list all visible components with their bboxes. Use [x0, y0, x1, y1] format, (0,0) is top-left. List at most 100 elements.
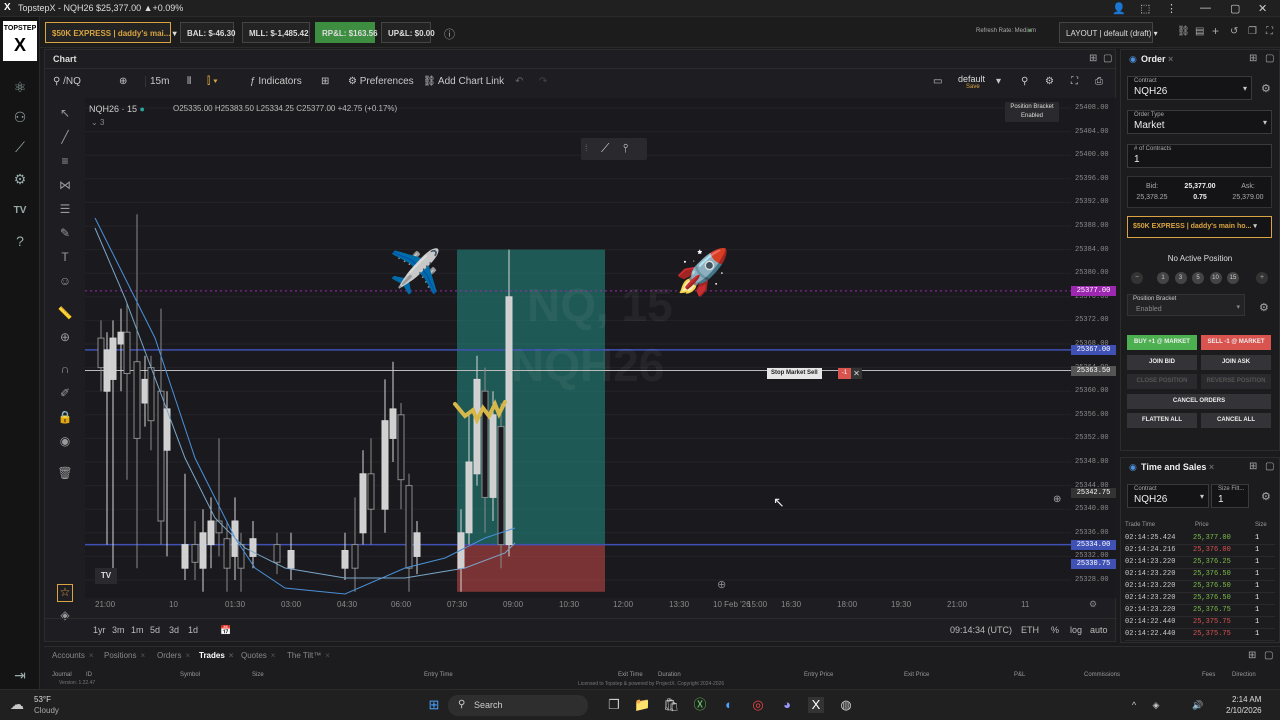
taskbar-search[interactable]: ⚲ Search — [448, 695, 588, 716]
ruler-icon[interactable]: 📏 — [57, 306, 73, 324]
undo-layout-icon[interactable]: ↺ — [1230, 26, 1238, 37]
bottom-add-icon[interactable]: ⊞ — [1248, 650, 1256, 661]
bottom-column-header[interactable]: ID — [86, 672, 92, 678]
sell-market-button[interactable]: SELL -1 @ MARKET — [1201, 335, 1271, 350]
auto-toggle[interactable]: auto — [1090, 625, 1108, 635]
symbol-search[interactable]: ⚲ /NQ — [53, 76, 81, 87]
chart-fullscreen-icon[interactable]: ⛶ — [1071, 76, 1078, 87]
bottom-column-header[interactable]: Entry Time — [424, 672, 453, 678]
template-dropdown-icon[interactable]: ▾ — [996, 76, 1001, 87]
trendline-icon[interactable]: ╱ — [57, 130, 73, 148]
qty-preset-3[interactable]: 3 — [1174, 272, 1187, 284]
close-tab-icon[interactable]: × — [271, 651, 276, 660]
stop-order-label[interactable]: Stop Market Sell — [767, 368, 822, 379]
close-tab-icon[interactable]: × — [229, 651, 234, 660]
store-icon[interactable]: 🛍 — [663, 697, 680, 713]
layout-icon[interactable]: ▭ — [933, 76, 942, 87]
settings-icon[interactable]: ⚙ — [9, 169, 31, 189]
bottom-tab[interactable]: Positions × — [104, 651, 145, 660]
emoji-icon[interactable]: ☺ — [57, 274, 73, 292]
price-chart[interactable]: NQH26 · 15 ● O25335.00 H25383.50 L25334.… — [85, 98, 1071, 598]
tv-icon[interactable]: TV — [9, 201, 31, 221]
range-1yr[interactable]: 1yr — [93, 625, 106, 635]
stop-order-cancel-icon[interactable]: ✕ — [851, 368, 862, 379]
price-axis[interactable]: 25408.00 25404.00 25400.00 25396.00 25392.00… — [1071, 98, 1116, 598]
ts-settings-icon[interactable]: ⚙ — [1261, 490, 1271, 503]
lock-icon[interactable]: 🔒 — [57, 410, 73, 428]
candles-icon[interactable]: ⫿ ▾ — [207, 76, 218, 87]
bottom-tab[interactable]: Accounts × — [52, 651, 94, 660]
fib-icon[interactable]: ≡ — [57, 154, 73, 172]
templates-icon[interactable]: ⊞ — [321, 76, 329, 87]
bars-style-icon[interactable]: ⫴ — [187, 76, 191, 87]
trade-icon[interactable]: ⚛ — [9, 77, 31, 97]
redo-icon[interactable]: ↷ — [539, 76, 547, 87]
indicators-button[interactable]: ƒ Indicators — [250, 76, 302, 87]
minimize-icon[interactable]: — — [1200, 2, 1211, 14]
qty-plus-button[interactable]: + — [1256, 272, 1268, 284]
position-bracket-badge[interactable]: Position Bracket Enabled — [1005, 102, 1059, 122]
ts-add-icon[interactable]: ⊞ — [1249, 461, 1257, 472]
flatten-all-button[interactable]: FLATTEN ALL — [1127, 413, 1197, 428]
panel-add-icon[interactable]: ⊞ — [1089, 53, 1097, 64]
crosshair-add-icon[interactable]: ⊕ — [1053, 494, 1061, 505]
qty-preset-10[interactable]: 10 — [1209, 272, 1222, 284]
qty-preset-15[interactable]: 15 — [1227, 272, 1239, 284]
tradingview-logo-icon[interactable]: TV — [95, 568, 117, 584]
preferences-button[interactable]: ⚙ Preferences — [348, 76, 414, 87]
qty-preset-1[interactable]: 1 — [1157, 272, 1169, 284]
edge-icon[interactable]: ◐ — [721, 697, 737, 713]
bottom-column-header[interactable]: Duration — [658, 672, 681, 678]
link-icon[interactable]: ⛓ — [1177, 26, 1190, 37]
rocket-sticker[interactable]: 🚀 — [675, 246, 730, 298]
percent-toggle[interactable]: % — [1051, 625, 1059, 635]
stop-order-qty[interactable]: -1 — [838, 368, 851, 379]
more-icon[interactable]: ⋮ — [1166, 2, 1177, 15]
bracket-select[interactable]: Position Bracket Enabled ▾ — [1127, 294, 1245, 316]
task-view-icon[interactable]: ❐ — [606, 697, 622, 713]
range-1m[interactable]: 1m — [131, 625, 144, 635]
text-icon[interactable]: T — [57, 250, 73, 268]
volume-icon[interactable]: 🔊 — [1190, 697, 1206, 713]
airplane-sticker[interactable]: ✈️ — [389, 248, 441, 297]
zoom-icon[interactable]: ⊕ — [57, 330, 73, 348]
bottom-column-header[interactable]: Direction — [1232, 672, 1256, 678]
contracts-qty-input[interactable]: # of Contracts 1 — [1127, 144, 1272, 168]
eye-icon[interactable]: ◉ — [57, 434, 73, 452]
chart-clock[interactable]: 09:14:34 (UTC) — [950, 625, 1012, 635]
order-account-select[interactable]: $50K EXPRESS | daddy's main ho... ▾ — [1127, 216, 1272, 238]
info-icon[interactable]: ⓘ — [444, 26, 455, 42]
add-chart-link-button[interactable]: ⛓ Add Chart Link — [423, 76, 504, 87]
bottom-column-header[interactable]: Commissions — [1084, 672, 1120, 678]
bottom-tab[interactable]: The Tilt™ × — [287, 651, 330, 660]
cancel-orders-button[interactable]: CANCEL ORDERS — [1127, 394, 1271, 409]
bottom-column-header[interactable]: Journal — [52, 672, 72, 678]
copy-icon[interactable]: ❐ — [1248, 26, 1257, 37]
bottom-tab[interactable]: Orders × — [157, 651, 190, 660]
order-panel-max-icon[interactable]: ▢ — [1265, 53, 1274, 64]
bottom-tab[interactable]: Trades × — [199, 651, 233, 660]
chrome-icon[interactable]: ◎ — [750, 697, 766, 713]
cursor-icon[interactable]: ↖ — [57, 106, 73, 124]
bottom-max-icon[interactable]: ▢ — [1264, 650, 1273, 661]
logout-icon[interactable]: ⇥ — [9, 665, 31, 685]
windows-start-icon[interactable]: ⊞ — [426, 697, 442, 713]
order-panel-add-icon[interactable]: ⊞ — [1249, 53, 1257, 64]
topstepx-taskbar-icon[interactable]: X — [808, 697, 824, 713]
bottom-column-header[interactable]: Symbol — [180, 672, 200, 678]
range-3d[interactable]: 3d — [169, 625, 179, 635]
close-icon[interactable]: ✕ — [1258, 2, 1267, 15]
stats-icon[interactable]: ⟋ — [9, 137, 31, 157]
contract-settings-icon[interactable]: ⚙ — [1261, 82, 1271, 95]
brush-icon[interactable]: ✎ — [57, 226, 73, 244]
file-explorer-icon[interactable]: 📁 — [634, 697, 650, 713]
topstep-logo-icon[interactable]: TOPSTEP X — [3, 21, 37, 61]
join-ask-button[interactable]: JOIN ASK — [1201, 355, 1271, 370]
close-tab-icon[interactable]: × — [89, 651, 94, 660]
help-icon[interactable]: ? — [9, 231, 31, 251]
qty-preset-5[interactable]: 5 — [1192, 272, 1204, 284]
close-tab-icon[interactable]: × — [185, 651, 190, 660]
bottom-column-header[interactable]: Exit Time — [618, 672, 643, 678]
bracket-settings-icon[interactable]: ⚙ — [1259, 301, 1269, 314]
log-toggle[interactable]: log — [1070, 625, 1082, 635]
